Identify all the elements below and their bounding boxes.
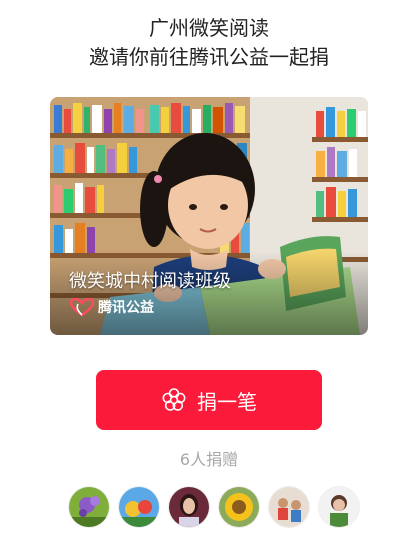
project-title: 微笑城中村阅读班级 bbox=[69, 271, 231, 292]
avatar[interactable] bbox=[218, 486, 260, 528]
avatar[interactable] bbox=[168, 486, 210, 528]
avatar[interactable] bbox=[268, 486, 310, 528]
purple-flower-image bbox=[69, 487, 109, 527]
invitation-header: 广州微笑阅读 邀请你前往腾讯公益一起捐 bbox=[0, 14, 418, 72]
invitation-text: 邀请你前往腾讯公益一起捐 bbox=[89, 45, 329, 69]
heart-logo-icon bbox=[70, 298, 94, 316]
tencent-charity-brand: 腾讯公益 bbox=[70, 297, 154, 317]
organization-name: 广州微笑阅读 bbox=[149, 16, 269, 40]
avatar[interactable] bbox=[118, 486, 160, 528]
donate-button[interactable]: 捐一笔 bbox=[96, 370, 322, 430]
child-portrait-image bbox=[319, 487, 359, 527]
cartoon-characters-image bbox=[119, 487, 159, 527]
avatar[interactable] bbox=[68, 486, 110, 528]
flower-icon bbox=[162, 388, 186, 411]
image-shade bbox=[50, 251, 368, 335]
children-playing-image bbox=[269, 487, 309, 527]
avatar[interactable] bbox=[318, 486, 360, 528]
donate-button-label: 捐一笔 bbox=[197, 389, 257, 414]
brand-label: 腾讯公益 bbox=[98, 300, 154, 316]
donor-avatars bbox=[68, 486, 360, 528]
donor-count: 6人捐赠 bbox=[179, 450, 239, 469]
woman-portrait-image bbox=[169, 487, 209, 527]
project-card[interactable]: 微笑城中村阅读班级 腾讯公益 bbox=[50, 97, 368, 335]
sunflower-image bbox=[219, 487, 259, 527]
